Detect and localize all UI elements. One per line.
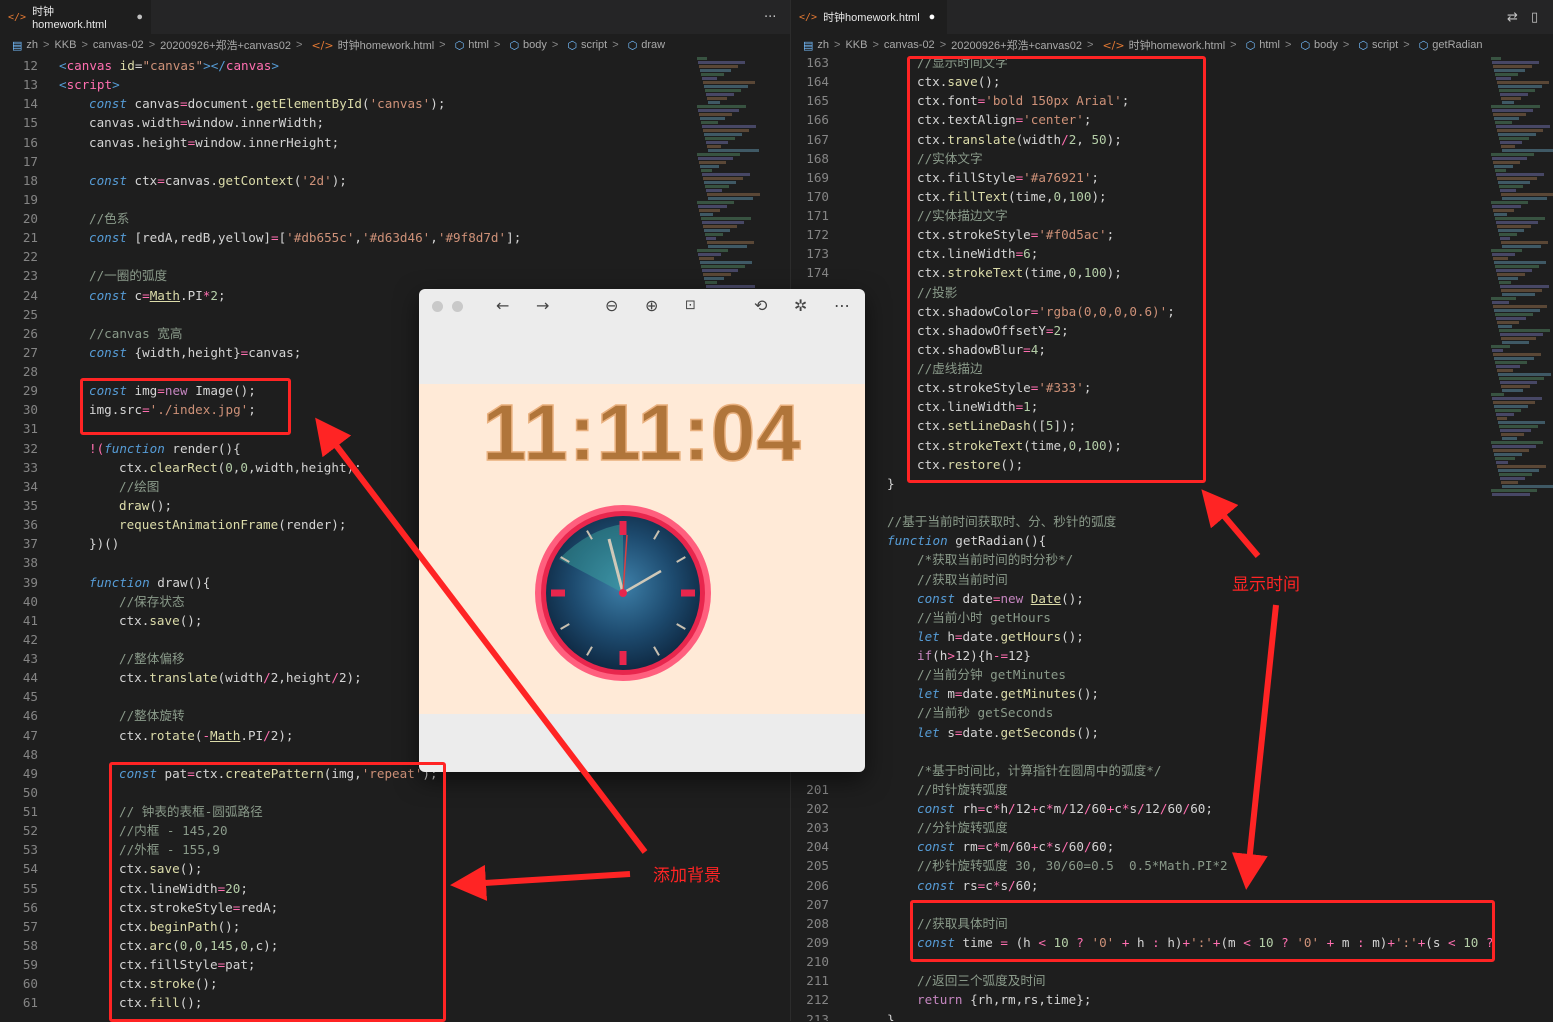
arrow-to-time-format [1231,604,1279,890]
arrow-to-pattern-fill [450,864,631,901]
arrow-to-time-text [1201,489,1261,558]
arrow-to-image-init [315,417,648,854]
annotation-arrows [315,417,1279,901]
